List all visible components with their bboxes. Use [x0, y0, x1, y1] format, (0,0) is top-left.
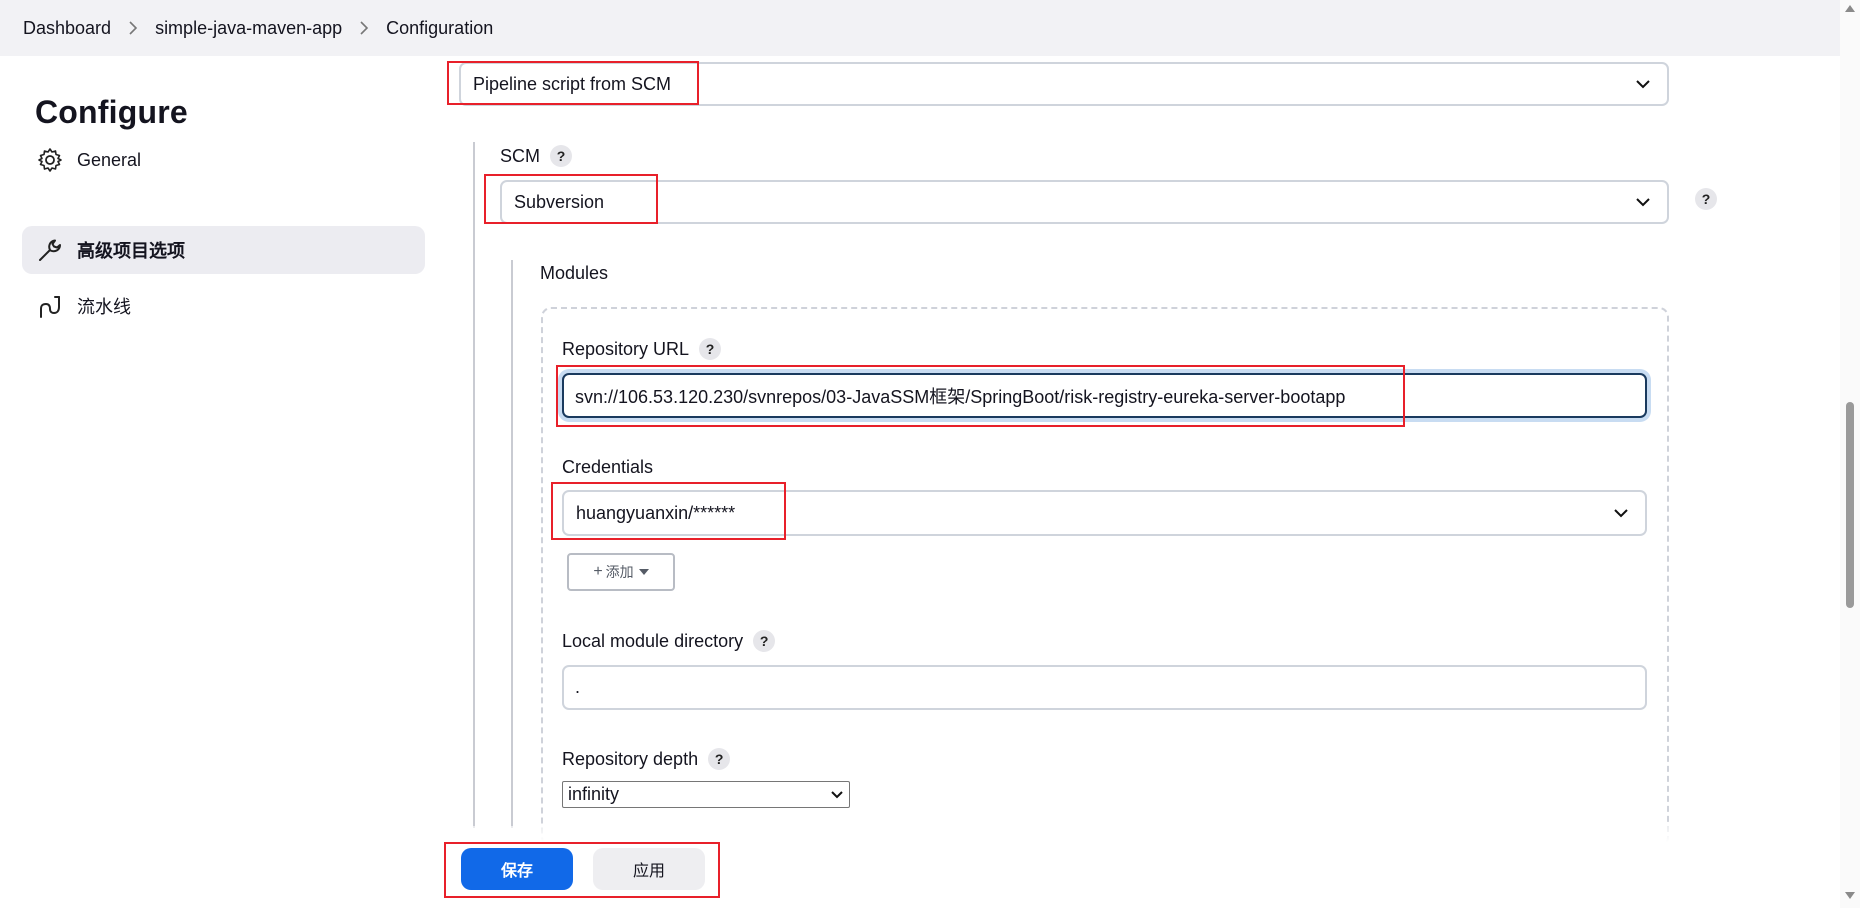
- chevron-down-icon: [1636, 198, 1650, 207]
- breadcrumb-configuration[interactable]: Configuration: [386, 18, 493, 39]
- repository-url-label-text: Repository URL: [562, 338, 690, 359]
- repository-depth-value: infinity: [568, 784, 620, 804]
- scroll-up-icon[interactable]: [1845, 4, 1855, 12]
- section-indent-line: [473, 142, 475, 828]
- breadcrumb: Dashboard simple-java-maven-app Configur…: [0, 0, 1840, 56]
- repository-depth-label-text: Repository depth: [562, 748, 699, 769]
- chevron-down-icon: [831, 790, 843, 798]
- sidebar-item-label: 流水线: [77, 297, 131, 317]
- local-module-directory-label-text: Local module directory: [562, 630, 744, 651]
- repository-url-label: Repository URL ?: [562, 336, 722, 362]
- sidebar-item-advanced[interactable]: 高级项目选项: [22, 226, 425, 274]
- pipeline-definition-value: Pipeline script from SCM: [473, 73, 672, 94]
- scm-value: Subversion: [514, 191, 605, 212]
- repository-depth-select[interactable]: infinity: [562, 781, 850, 808]
- gear-icon: [36, 146, 64, 174]
- add-button-label: 添加: [605, 564, 634, 580]
- sidebar-item-general[interactable]: General: [22, 136, 425, 184]
- local-module-directory-label: Local module directory ?: [562, 628, 776, 654]
- sidebar-item-pipeline[interactable]: 流水线: [22, 282, 425, 330]
- local-module-directory-input[interactable]: .: [562, 665, 1647, 710]
- breadcrumb-dashboard[interactable]: Dashboard: [23, 18, 111, 39]
- wrench-icon: [36, 236, 64, 264]
- page-title: Configure: [35, 94, 188, 130]
- repository-url-value: svn://106.53.120.230/svnrepos/03-JavaSSM…: [575, 386, 1346, 407]
- scm-select-help-icon[interactable]: ?: [1695, 188, 1717, 210]
- pipeline-icon: [36, 292, 64, 320]
- scm-help-icon[interactable]: ?: [550, 145, 572, 167]
- scrollbar-thumb[interactable]: [1846, 402, 1854, 608]
- modules-indent-line: [511, 260, 513, 828]
- scm-label: SCM ?: [500, 143, 572, 169]
- sidebar-item-label: General: [77, 149, 142, 170]
- repository-url-help-icon[interactable]: ?: [699, 338, 722, 360]
- scm-label-text: SCM: [500, 145, 540, 166]
- save-button[interactable]: 保存: [461, 848, 573, 890]
- modules-label: Modules: [540, 262, 609, 283]
- sidebar-item-label: 高级项目选项: [77, 241, 185, 261]
- credentials-label: Credentials: [562, 456, 654, 477]
- chevron-right-icon: [111, 16, 155, 40]
- apply-button[interactable]: 应用: [593, 848, 705, 890]
- caret-down-icon: [638, 569, 649, 575]
- scm-select[interactable]: Subversion: [500, 180, 1669, 224]
- credentials-value: huangyuanxin/******: [576, 502, 736, 523]
- credentials-select[interactable]: huangyuanxin/******: [562, 490, 1647, 536]
- repository-url-input[interactable]: svn://106.53.120.230/svnrepos/03-JavaSSM…: [562, 373, 1647, 418]
- pipeline-definition-select[interactable]: Pipeline script from SCM: [459, 62, 1669, 106]
- local-module-directory-value: .: [575, 677, 581, 697]
- scroll-down-icon[interactable]: [1845, 892, 1855, 900]
- chevron-right-icon: [342, 16, 386, 40]
- sidebar: Configure General 高级项目选项 流水线: [0, 56, 440, 908]
- repository-depth-help-icon[interactable]: ?: [708, 748, 731, 770]
- local-module-directory-help-icon[interactable]: ?: [753, 630, 776, 652]
- plus-icon: +: [593, 563, 603, 580]
- add-credentials-button[interactable]: + 添加: [567, 553, 675, 591]
- chevron-down-icon: [1636, 80, 1650, 89]
- repository-depth-label: Repository depth ?: [562, 746, 731, 772]
- chevron-down-icon: [1614, 509, 1628, 518]
- breadcrumb-job[interactable]: simple-java-maven-app: [155, 18, 342, 39]
